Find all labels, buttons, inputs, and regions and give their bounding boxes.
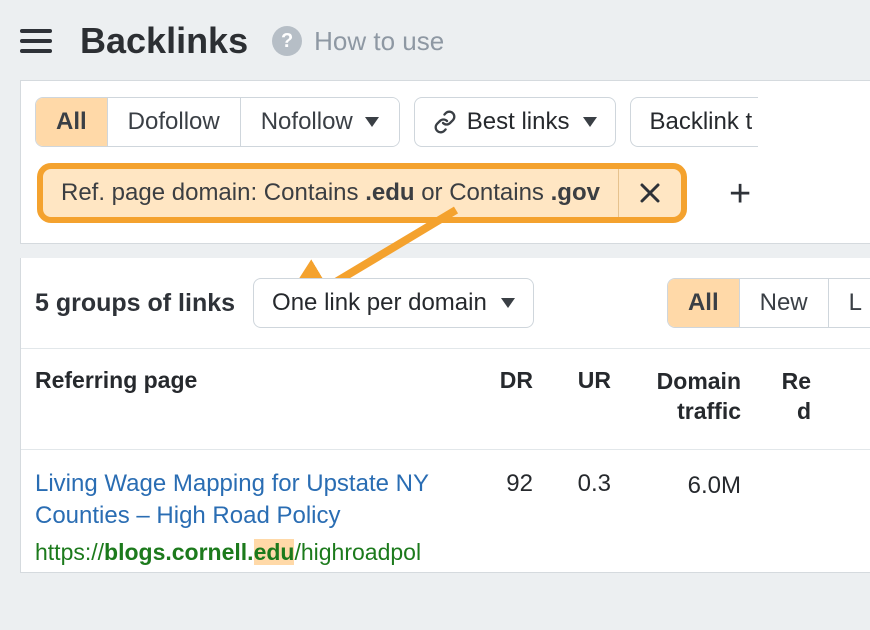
tab-nofollow[interactable]: Nofollow [241, 98, 399, 146]
grouping-select[interactable]: One link per domain [253, 278, 534, 328]
filter-panel: All Dofollow Nofollow Best links Backlin… [20, 80, 870, 244]
how-to-use-link[interactable]: How to use [314, 26, 444, 57]
applied-filter-text: Ref. page domain: Contains .edu or Conta… [43, 169, 618, 217]
status-filter-group: All New L [667, 278, 870, 328]
applied-filter-chip[interactable]: Ref. page domain: Contains .edu or Conta… [37, 163, 687, 223]
best-links-label: Best links [467, 108, 570, 136]
col-re[interactable]: Red [741, 367, 811, 427]
tab-status-lost[interactable]: L [829, 279, 870, 327]
chevron-down-icon [583, 117, 597, 127]
link-icon [433, 110, 457, 134]
help-icon[interactable]: ? [272, 26, 302, 56]
tab-status-all[interactable]: All [668, 279, 740, 327]
cell-dr: 92 [473, 468, 533, 498]
table-row: Living Wage Mapping for Upstate NY Count… [21, 450, 870, 572]
backlink-extra-filter[interactable]: Backlink t [630, 97, 758, 147]
follow-filter-group: All Dofollow Nofollow [35, 97, 400, 147]
remove-filter-button[interactable] [618, 169, 681, 217]
page-header: Backlinks ? How to use [0, 0, 870, 80]
add-filter-button[interactable]: + [729, 157, 751, 213]
results-table: Referring page DR UR Domain traffic Red … [21, 349, 870, 572]
result-link-title[interactable]: Living Wage Mapping for Upstate NY Count… [35, 468, 455, 533]
backlink-extra-label: Backlink t [649, 108, 752, 136]
page-title: Backlinks [80, 20, 248, 62]
col-dr[interactable]: DR [473, 367, 533, 427]
tab-all[interactable]: All [36, 98, 108, 146]
result-link-url[interactable]: https://blogs.cornell.edu/highroadpol [35, 539, 455, 566]
cell-domain-traffic: 6.0M [611, 468, 741, 501]
col-domain-traffic[interactable]: Domain traffic [611, 367, 741, 427]
results-panel: 5 groups of links One link per domain Al… [20, 258, 870, 573]
tab-dofollow[interactable]: Dofollow [108, 98, 241, 146]
groups-count: 5 groups of links [35, 289, 235, 318]
table-header: Referring page DR UR Domain traffic Red [21, 349, 870, 450]
menu-icon[interactable] [20, 29, 52, 53]
results-header: 5 groups of links One link per domain Al… [21, 258, 870, 349]
grouping-label: One link per domain [272, 289, 487, 317]
tab-status-new[interactable]: New [740, 279, 829, 327]
col-ur[interactable]: UR [533, 367, 611, 427]
col-referring-page[interactable]: Referring page [35, 367, 473, 427]
chevron-down-icon [365, 117, 379, 127]
chevron-down-icon [501, 298, 515, 308]
cell-ur: 0.3 [533, 468, 611, 498]
tab-nofollow-label: Nofollow [261, 108, 353, 136]
best-links-filter[interactable]: Best links [414, 97, 617, 147]
